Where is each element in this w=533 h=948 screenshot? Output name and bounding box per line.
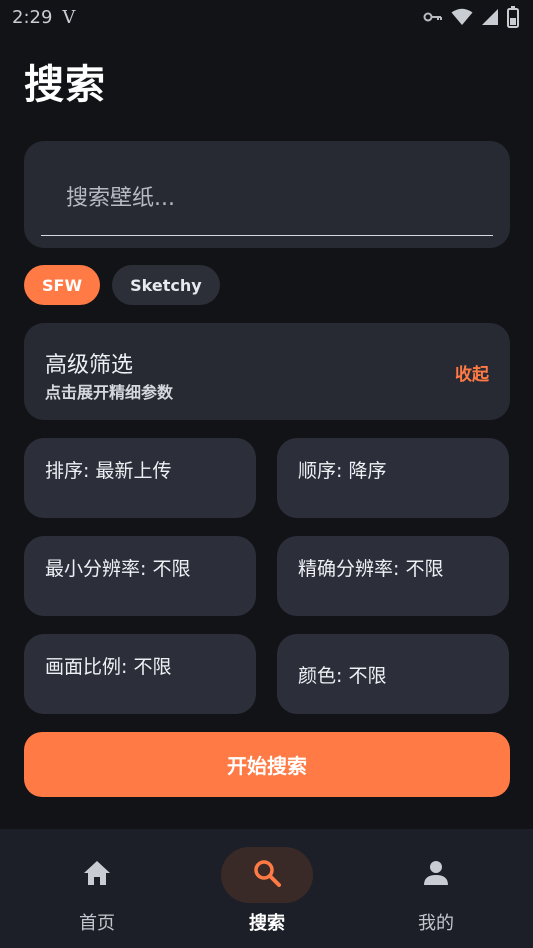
status-left: 2:29 V bbox=[12, 7, 75, 28]
start-search-button[interactable]: 开始搜索 bbox=[24, 732, 510, 797]
status-time: 2:29 bbox=[12, 6, 53, 28]
nav-profile-pill bbox=[390, 847, 482, 903]
nav-profile-label: 我的 bbox=[418, 913, 454, 934]
advanced-filter-title: 高级筛选 bbox=[45, 353, 134, 378]
sort-option[interactable]: 排序: 最新上传 bbox=[24, 438, 256, 518]
aspect-ratio-option[interactable]: 画面比例: 不限 bbox=[24, 634, 256, 714]
wifi-icon bbox=[451, 8, 473, 26]
nav-search-pill bbox=[221, 847, 313, 903]
nav-item-search[interactable]: 搜索 bbox=[197, 829, 337, 948]
search-card bbox=[24, 141, 510, 248]
collapse-button[interactable]: 收起 bbox=[455, 360, 489, 385]
nav-item-home[interactable]: 首页 bbox=[27, 829, 167, 948]
content-filter-chips: SFW Sketchy bbox=[24, 265, 220, 305]
bottom-nav: 首页 搜索 我的 bbox=[0, 829, 533, 948]
search-icon bbox=[253, 859, 281, 891]
chip-sfw[interactable]: SFW bbox=[24, 265, 101, 305]
home-icon bbox=[83, 860, 111, 890]
advanced-filter-card: 高级筛选 点击展开精细参数 收起 bbox=[24, 323, 510, 420]
battery-icon bbox=[507, 6, 519, 28]
nav-item-profile[interactable]: 我的 bbox=[366, 829, 506, 948]
key-icon bbox=[423, 10, 443, 24]
nav-home-label: 首页 bbox=[79, 913, 115, 934]
status-icons bbox=[423, 6, 519, 28]
page-title: 搜索 bbox=[24, 62, 106, 108]
nav-search-label: 搜索 bbox=[249, 913, 285, 934]
status-bar: 2:29 V bbox=[0, 0, 533, 34]
min-resolution-option[interactable]: 最小分辨率: 不限 bbox=[24, 536, 256, 616]
carrier-label: V bbox=[62, 6, 76, 28]
advanced-filter-subtitle: 点击展开精细参数 bbox=[45, 383, 174, 402]
search-screen: 2:29 V 搜索 SFW Sketchy 高级筛选 点击展开精细参数 收起 bbox=[0, 0, 533, 948]
color-option[interactable]: 颜色: 不限 bbox=[277, 634, 509, 714]
search-input[interactable] bbox=[41, 161, 493, 236]
exact-resolution-option[interactable]: 精确分辨率: 不限 bbox=[277, 536, 509, 616]
signal-icon bbox=[481, 8, 499, 26]
chip-sketchy[interactable]: Sketchy bbox=[112, 265, 220, 305]
person-icon bbox=[423, 860, 449, 890]
order-option[interactable]: 顺序: 降序 bbox=[277, 438, 509, 518]
nav-home-pill bbox=[51, 847, 143, 903]
